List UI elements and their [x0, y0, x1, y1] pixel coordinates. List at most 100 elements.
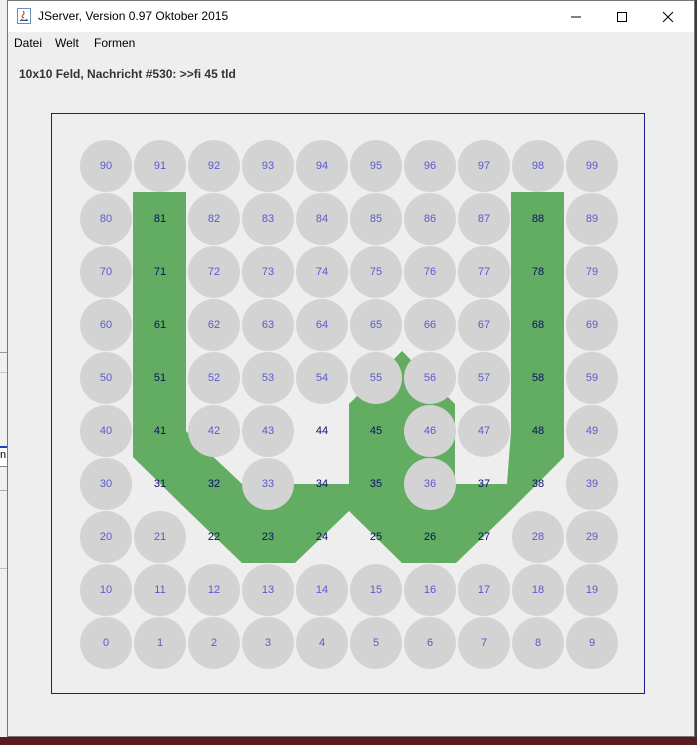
game-board: 0 1 2 3 4 5 6 7 8 9 10 11 12 13 14 15 16 17 18 19 20 21 22 23 24…: [51, 113, 645, 694]
board-cell: 33: [242, 458, 294, 510]
board-cell: 99: [566, 140, 618, 192]
board-cell: 83: [242, 193, 294, 245]
board-cell: 71: [153, 266, 167, 278]
board-cell: 22: [207, 531, 221, 543]
board-cell: 41: [153, 425, 167, 437]
board-cell: 5: [350, 617, 402, 669]
board-cell: 36: [404, 458, 456, 510]
board-cell: 20: [80, 511, 132, 563]
board-cell: 87: [458, 193, 510, 245]
menu-welt[interactable]: Welt: [55, 36, 79, 50]
board-cell: 12: [188, 564, 240, 616]
board-cell: 39: [566, 458, 618, 510]
board-cell: 29: [566, 511, 618, 563]
board-cell: 92: [188, 140, 240, 192]
board-cell: 1: [134, 617, 186, 669]
menu-datei[interactable]: Datei: [14, 36, 42, 50]
board-cell: 46: [404, 405, 456, 457]
board-cell: 61: [153, 319, 167, 331]
board-cell: 53: [242, 352, 294, 404]
app-window: JServer, Version 0.97 Oktober 2015 Datei…: [7, 0, 695, 737]
board-cell: 9: [566, 617, 618, 669]
board-cell: 91: [134, 140, 186, 192]
board-cell: 72: [188, 246, 240, 298]
board-cell: 14: [296, 564, 348, 616]
board-cell: 86: [404, 193, 456, 245]
board-cell: 60: [80, 299, 132, 351]
board-cell: 42: [188, 405, 240, 457]
board-cell: 94: [296, 140, 348, 192]
board-cell: 63: [242, 299, 294, 351]
board-cell: 74: [296, 246, 348, 298]
board-cell: 90: [80, 140, 132, 192]
board-cell: 66: [404, 299, 456, 351]
background-tab-label: n: [0, 449, 7, 461]
menu-formen[interactable]: Formen: [94, 36, 135, 50]
board-cell: 19: [566, 564, 618, 616]
board-cell: 52: [188, 352, 240, 404]
board-cell: 47: [458, 405, 510, 457]
board-cell: 98: [512, 140, 564, 192]
board-cell: 56: [404, 352, 456, 404]
board-cell: 38: [531, 478, 545, 490]
board-cell: 10: [80, 564, 132, 616]
board-cell: 17: [458, 564, 510, 616]
board-cell: 15: [350, 564, 402, 616]
board-cell: 11: [134, 564, 186, 616]
board-cell: 73: [242, 246, 294, 298]
maximize-button[interactable]: [599, 1, 645, 32]
java-icon: [17, 8, 31, 24]
board-cell: 18: [512, 564, 564, 616]
board-cell: 77: [458, 246, 510, 298]
board-cell: 3: [242, 617, 294, 669]
board-cell: 67: [458, 299, 510, 351]
board-cell: 40: [80, 405, 132, 457]
close-button[interactable]: [645, 1, 691, 32]
board-cell: 69: [566, 299, 618, 351]
board-cell: 2: [188, 617, 240, 669]
board-cell: 21: [134, 511, 186, 563]
board-cell: 80: [80, 193, 132, 245]
board-cell: 6: [404, 617, 456, 669]
board-cell: 13: [242, 564, 294, 616]
board-cell: 78: [531, 266, 545, 278]
board-cell: 35: [369, 478, 383, 490]
board-cell: 0: [80, 617, 132, 669]
board-cell: 58: [531, 372, 545, 384]
board-cell: 25: [369, 531, 383, 543]
board-cell: 89: [566, 193, 618, 245]
desktop-taskbar-edge: [0, 737, 697, 745]
board-cell: 76: [404, 246, 456, 298]
board-cell: 62: [188, 299, 240, 351]
board-cell: 59: [566, 352, 618, 404]
board-cell: 68: [531, 319, 545, 331]
board-cell: 88: [531, 213, 545, 225]
menu-bar: Datei Welt Formen: [8, 32, 694, 54]
board-cell: 31: [153, 478, 167, 490]
board-cell: 43: [242, 405, 294, 457]
board-cell: 85: [350, 193, 402, 245]
board-cell: 28: [512, 511, 564, 563]
board-cell: 23: [261, 531, 275, 543]
board-cell: 8: [512, 617, 564, 669]
board-cell: 51: [153, 372, 167, 384]
board-cell: 54: [296, 352, 348, 404]
close-icon: [662, 11, 674, 22]
board-cell: 93: [242, 140, 294, 192]
board-cell: 82: [188, 193, 240, 245]
board-cell: 55: [350, 352, 402, 404]
minimize-button[interactable]: [553, 1, 599, 32]
board-cell: 49: [566, 405, 618, 457]
board-cell: 32: [207, 478, 221, 490]
window-title: JServer, Version 0.97 Oktober 2015: [38, 9, 229, 23]
minimize-icon: [571, 16, 581, 17]
status-message: 10x10 Feld, Nachricht #530: >>fi 45 tld: [19, 67, 236, 81]
title-bar[interactable]: JServer, Version 0.97 Oktober 2015: [8, 1, 694, 32]
board-cell: 97: [458, 140, 510, 192]
board-cell: 34: [315, 478, 329, 490]
board-cell: 79: [566, 246, 618, 298]
board-cell: 45: [369, 425, 383, 437]
board-cell: 57: [458, 352, 510, 404]
board-cell: 70: [80, 246, 132, 298]
board-cell: 65: [350, 299, 402, 351]
